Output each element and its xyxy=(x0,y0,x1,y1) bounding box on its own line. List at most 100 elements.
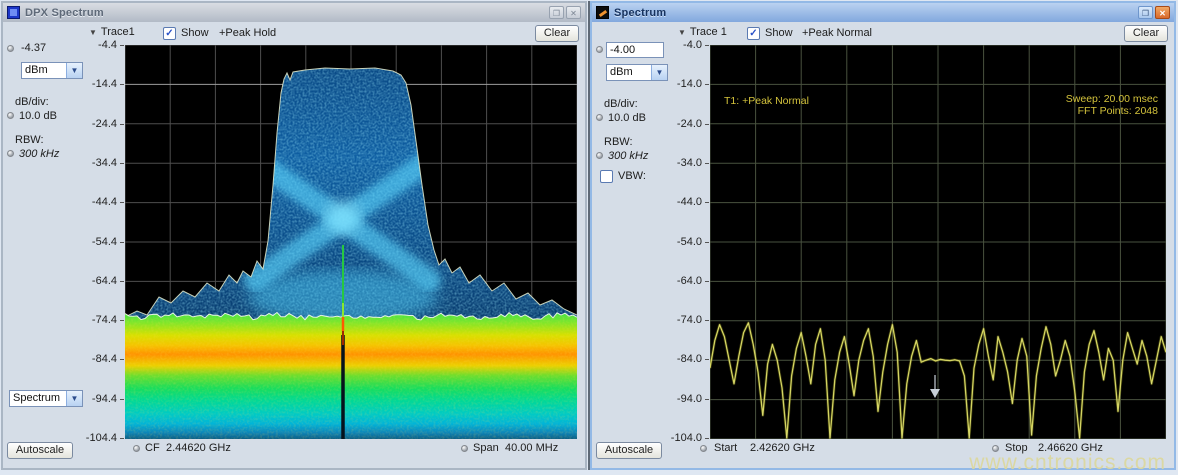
tick-mark xyxy=(705,84,709,85)
y-axis-tick-label: -34.4 xyxy=(69,157,117,169)
spec-clear-button[interactable]: Clear xyxy=(1124,25,1168,42)
tick-mark xyxy=(705,320,709,321)
tick-mark xyxy=(705,399,709,400)
tick-mark xyxy=(705,202,709,203)
fft-points-text: FFT Points: 2048 xyxy=(1078,105,1158,117)
spec-dbdiv-label: dB/div: xyxy=(604,98,638,110)
y-axis-tick-label: -4.0 xyxy=(654,39,702,51)
dpx-plot-area[interactable] xyxy=(125,45,577,439)
dpx-trace-selector[interactable]: ▼Trace1 xyxy=(89,26,135,38)
spec-rbw-value[interactable]: 300 kHz xyxy=(608,150,648,162)
dpx-span-value[interactable]: 40.00 MHz xyxy=(505,442,558,454)
dpx-unit-value: dBm xyxy=(22,63,66,78)
dpx-show-checkbox[interactable]: ✓ xyxy=(163,27,176,40)
spec-trace-selector[interactable]: ▼Trace 1 xyxy=(678,26,727,38)
spec-vbw-label: VBW: xyxy=(618,170,646,182)
restore-icon[interactable]: ❐ xyxy=(549,6,564,19)
tick-mark xyxy=(705,163,709,164)
sweep-annotation: Sweep: 20.00 msec FFT Points: 2048 xyxy=(1066,93,1158,117)
spectrum-plot-area[interactable]: T1: +Peak Normal Sweep: 20.00 msec FFT P… xyxy=(710,45,1166,439)
knob-icon[interactable] xyxy=(461,445,468,452)
y-axis-tick-label: -64.4 xyxy=(69,275,117,287)
spectrum-titlebar[interactable]: Spectrum ❐ ✕ xyxy=(592,3,1174,22)
y-axis-tick-label: -104.4 xyxy=(69,432,117,444)
dpx-app-icon xyxy=(7,6,20,19)
tick-mark xyxy=(705,45,709,46)
dpx-spectrum-window: DPX Spectrum ❐ ✕ ▼Trace1 ✓ Show +Peak Ho… xyxy=(1,1,587,470)
chevron-down-icon: ▼ xyxy=(678,28,686,37)
dpx-titlebar[interactable]: DPX Spectrum ❐ ✕ xyxy=(3,3,585,22)
dpx-rbw-label: RBW: xyxy=(15,134,44,146)
tick-mark xyxy=(120,320,124,321)
dpx-unit-combobox[interactable]: dBm ▼ xyxy=(21,62,83,79)
spec-unit-value: dBm xyxy=(607,65,651,80)
tick-mark xyxy=(705,281,709,282)
dpx-window-title: DPX Spectrum xyxy=(25,7,104,19)
dpx-dbdiv-label: dB/div: xyxy=(15,96,49,108)
y-axis-tick-label: -84.4 xyxy=(69,353,117,365)
spectrum-content: ▼Trace 1 ✓ Show +Peak Normal Clear dBm ▼… xyxy=(592,22,1174,468)
tick-mark xyxy=(120,124,124,125)
desktop: { "watermark": "www.cntronics.com", "dpx… xyxy=(0,0,1178,475)
spectrum-app-icon xyxy=(596,6,609,19)
knob-icon[interactable] xyxy=(133,445,140,452)
spectrum-window-title: Spectrum xyxy=(614,7,666,19)
y-axis-tick-label: -54.0 xyxy=(654,236,702,248)
spec-autoscale-button[interactable]: Autoscale xyxy=(596,442,662,459)
tick-mark xyxy=(705,124,709,125)
dpx-ref-level-value[interactable]: -4.37 xyxy=(21,42,46,54)
sweep-text: Sweep: 20.00 msec xyxy=(1066,93,1158,105)
tick-mark xyxy=(120,359,124,360)
tick-mark xyxy=(120,281,124,282)
y-axis-tick-label: -14.0 xyxy=(654,78,702,90)
dpx-persistence-display xyxy=(125,45,577,439)
y-axis-tick-label: -14.4 xyxy=(69,78,117,90)
y-axis-tick-label: -24.4 xyxy=(69,118,117,130)
dpx-cf-value[interactable]: 2.44620 GHz xyxy=(166,442,231,454)
dpx-trace-label: Trace1 xyxy=(101,26,135,38)
y-axis-tick-label: -104.0 xyxy=(654,432,702,444)
close-icon[interactable]: ✕ xyxy=(1155,6,1170,19)
spec-start-label: Start xyxy=(714,442,737,454)
spec-start-value[interactable]: 2.42620 GHz xyxy=(750,442,815,454)
tick-mark xyxy=(120,399,124,400)
y-axis-tick-label: -34.0 xyxy=(654,157,702,169)
knob-icon[interactable] xyxy=(7,45,14,52)
y-axis-tick-label: -4.4 xyxy=(69,39,117,51)
knob-icon[interactable] xyxy=(596,152,603,159)
spec-dbdiv-value[interactable]: 10.0 dB xyxy=(608,112,646,124)
dpx-autoscale-button[interactable]: Autoscale xyxy=(7,442,73,459)
y-axis-tick-label: -94.4 xyxy=(69,393,117,405)
knob-icon[interactable] xyxy=(7,150,14,157)
tick-mark xyxy=(705,438,709,439)
dpx-clear-button[interactable]: Clear xyxy=(535,25,579,42)
knob-icon[interactable] xyxy=(596,114,603,121)
tick-mark xyxy=(120,84,124,85)
y-axis-tick-label: -64.0 xyxy=(654,275,702,287)
tick-mark xyxy=(120,163,124,164)
spec-show-checkbox[interactable]: ✓ xyxy=(747,27,760,40)
chevron-down-icon: ▼ xyxy=(66,63,82,78)
dpx-rbw-value[interactable]: 300 kHz xyxy=(19,148,59,160)
y-axis-tick-label: -44.4 xyxy=(69,196,117,208)
tick-mark xyxy=(120,242,124,243)
dpx-content: ▼Trace1 ✓ Show +Peak Hold Clear -4.37 dB… xyxy=(3,22,585,468)
y-axis-tick-label: -54.4 xyxy=(69,236,117,248)
trace-annotation: T1: +Peak Normal xyxy=(724,95,809,107)
dpx-show-label: Show xyxy=(181,27,209,39)
dpx-detector-label: +Peak Hold xyxy=(219,27,276,39)
restore-icon[interactable]: ❐ xyxy=(1138,6,1153,19)
watermark: www.cntronics.com xyxy=(969,451,1166,475)
knob-icon[interactable] xyxy=(596,46,603,53)
dpx-dbdiv-value[interactable]: 10.0 dB xyxy=(19,110,57,122)
dpx-cf-label: CF xyxy=(145,442,160,454)
tick-mark xyxy=(120,438,124,439)
tick-mark xyxy=(705,242,709,243)
tick-mark xyxy=(120,45,124,46)
knob-icon[interactable] xyxy=(700,445,707,452)
y-axis-tick-label: -74.0 xyxy=(654,314,702,326)
close-icon[interactable]: ✕ xyxy=(566,6,581,19)
spec-vbw-checkbox[interactable] xyxy=(600,170,613,183)
knob-icon[interactable] xyxy=(7,112,14,119)
spec-rbw-label: RBW: xyxy=(604,136,633,148)
